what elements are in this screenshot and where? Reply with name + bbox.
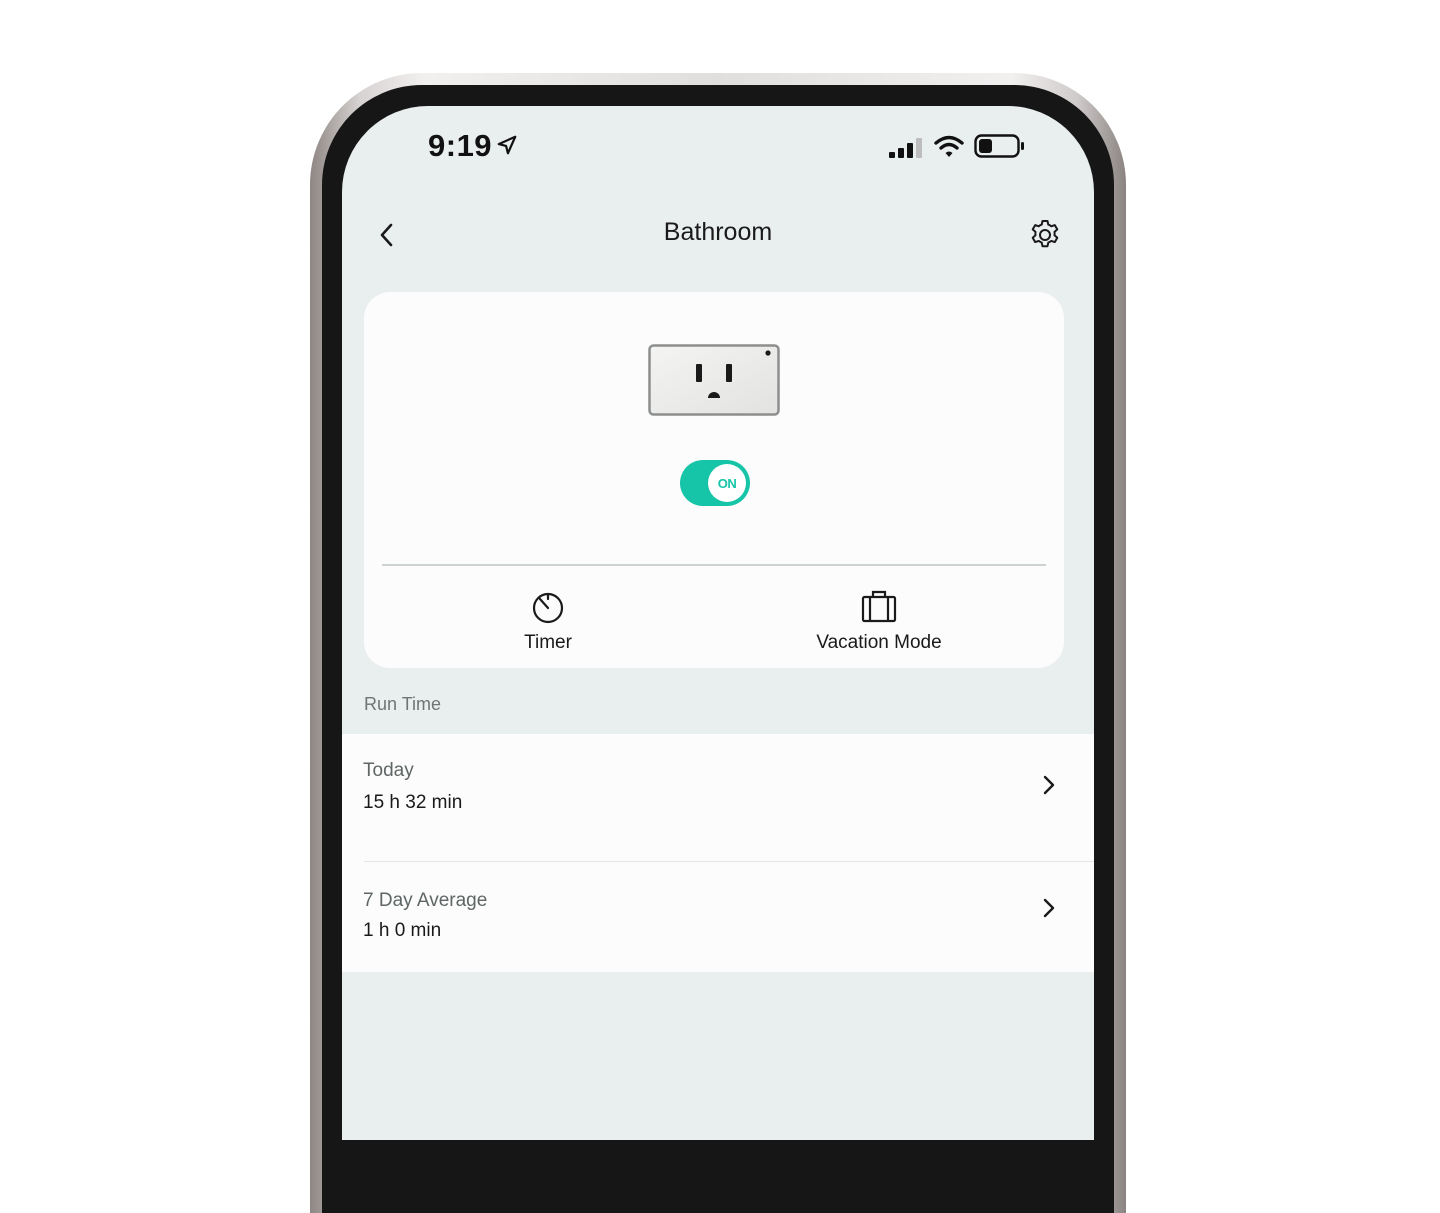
toggle-knob: ON <box>708 464 746 502</box>
battery-icon <box>974 134 1024 158</box>
page-title: Bathroom <box>663 218 773 246</box>
run-time-list: Today 15 h 32 min 7 Day Average 1 h 0 mi… <box>342 734 1094 972</box>
card-divider <box>382 564 1046 566</box>
vacation-mode-button[interactable]: Vacation Mode <box>794 588 964 654</box>
chevron-right-icon <box>1043 775 1055 795</box>
today-title: Today <box>363 760 414 781</box>
settings-button[interactable] <box>1028 218 1062 252</box>
timer-button[interactable]: Timer <box>498 588 598 654</box>
outlet-icon <box>648 344 780 416</box>
seven-day-average-title: 7 Day Average <box>363 890 488 911</box>
run-time-section-label: Run Time <box>364 694 442 714</box>
vacation-mode-label: Vacation Mode <box>816 632 942 653</box>
run-time-7-day-average-row[interactable]: 7 Day Average 1 h 0 min <box>342 862 1094 972</box>
chevron-right-icon <box>1043 898 1055 918</box>
run-time-today-row[interactable]: Today 15 h 32 min <box>342 734 1094 852</box>
timer-icon <box>532 592 564 624</box>
timer-label: Timer <box>524 632 572 653</box>
signal-icon <box>889 138 922 158</box>
location-arrow-icon <box>497 135 517 155</box>
power-toggle[interactable]: ON <box>680 460 750 506</box>
today-value: 15 h 32 min <box>363 792 463 813</box>
gear-icon <box>1031 220 1059 248</box>
status-time: 9:19 <box>428 128 493 163</box>
app-screen: 9:19 Bathroom ON Timer Vacation Mode Run… <box>342 106 1094 1140</box>
suitcase-icon <box>861 590 897 623</box>
device-card: ON Timer Vacation Mode <box>364 292 1064 668</box>
toggle-state-label: ON <box>717 475 737 491</box>
wifi-icon <box>934 135 964 157</box>
seven-day-average-value: 1 h 0 min <box>363 920 442 941</box>
